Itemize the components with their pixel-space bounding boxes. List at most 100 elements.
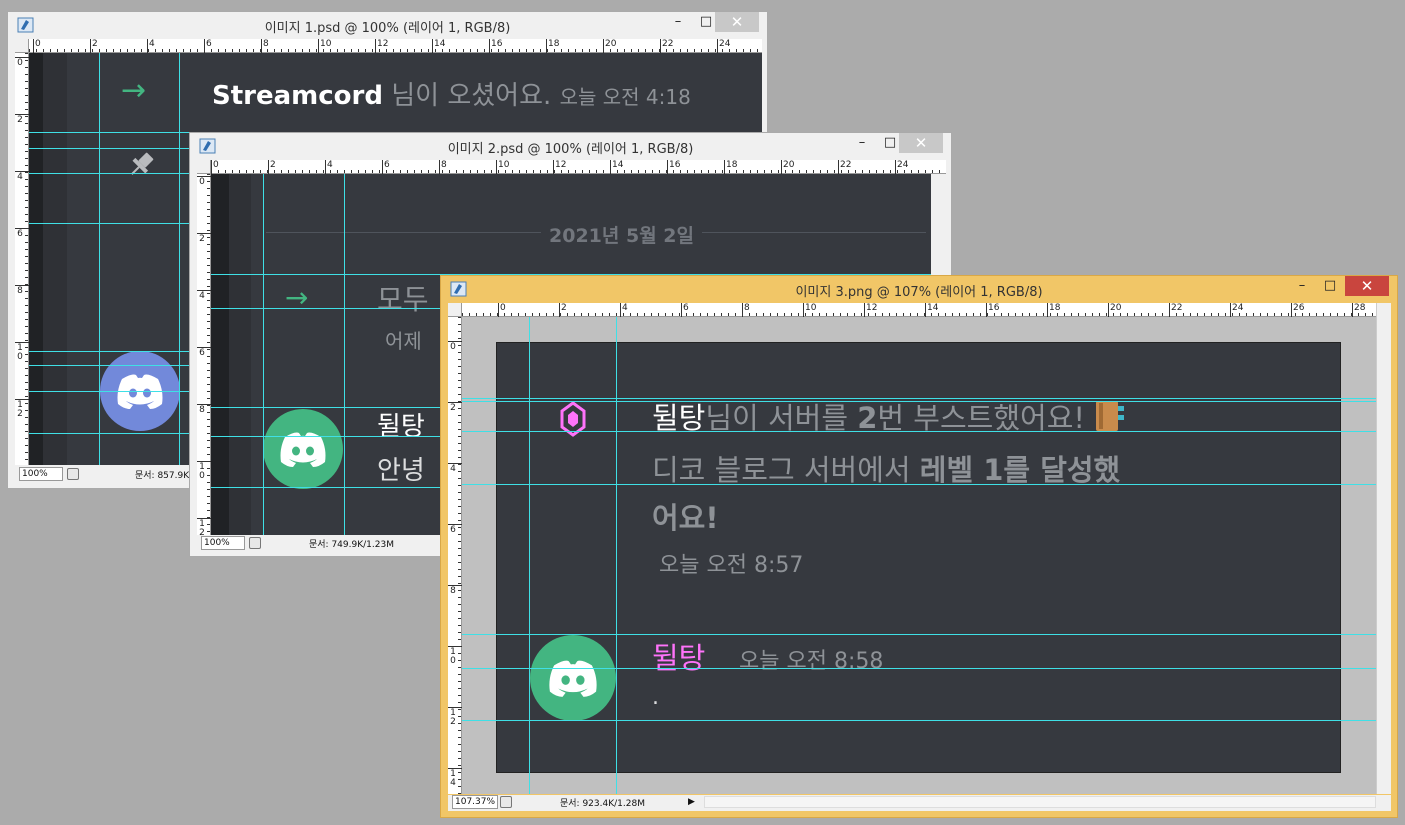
ruler-number: 1 2: [450, 708, 456, 727]
ruler-tick: [864, 303, 865, 317]
username: 뒬탕: [377, 412, 425, 442]
zoom-field[interactable]: 100%: [201, 536, 245, 550]
guide-line[interactable]: [529, 317, 530, 794]
guide-line[interactable]: [344, 174, 345, 535]
username: 뒬탕: [652, 401, 706, 435]
guide-line[interactable]: [462, 668, 1376, 669]
document-window-3[interactable]: 이미지 3.png @ 107% (레이어 1, RGB/8) – □ ✕ 0 2…: [440, 275, 1398, 818]
ruler-number: 0: [500, 303, 506, 313]
status-arrow-icon[interactable]: ▶: [688, 796, 700, 808]
ruler-number: 0: [213, 160, 219, 170]
server-strip: [211, 174, 229, 535]
pasteboard[interactable]: 뒬탕님이 서버를 2번 부스트했어요! 디코 블로그 서버에서 레벨 1를 달성…: [462, 317, 1376, 794]
horizontal-ruler[interactable]: 0 2 4 6 8 10 12 14 16 18 20 22 24 26 28: [462, 303, 1376, 317]
timestamp: 어제: [385, 329, 422, 353]
close-button[interactable]: ✕: [1345, 276, 1389, 296]
ruler-tick: [546, 39, 547, 53]
ruler-tick: [838, 160, 839, 174]
guide-line[interactable]: [462, 398, 1376, 399]
ruler-tick: [15, 399, 29, 400]
guide-line[interactable]: [616, 317, 617, 794]
ruler-number: 22: [662, 39, 674, 49]
ruler-tick: [448, 585, 462, 586]
ruler-number: 10: [498, 160, 510, 170]
ruler-tick: [204, 39, 205, 53]
ruler-tick: [559, 303, 560, 317]
guide-line[interactable]: [462, 720, 1376, 721]
ruler-tick: [90, 39, 91, 53]
vertical-ruler[interactable]: 024681 01 2: [15, 53, 29, 465]
title-bar[interactable]: 이미지 1.psd @ 100% (레이어 1, RGB/8) – □ ✕: [8, 12, 767, 38]
ruler-tick: [197, 176, 211, 177]
ruler-number: 1 4: [450, 769, 456, 788]
status-menu-icon[interactable]: [67, 468, 79, 480]
ruler-tick: [197, 347, 211, 348]
level-text: 레벨 1를 달성했: [919, 453, 1121, 487]
arrow-right-icon: →: [121, 73, 147, 108]
ruler-number: 1 0: [450, 647, 456, 666]
vertical-scrollbar[interactable]: [1376, 303, 1391, 794]
close-button[interactable]: ✕: [899, 133, 943, 153]
ruler-tick: [382, 160, 383, 174]
status-menu-icon[interactable]: [500, 796, 512, 808]
guide-line[interactable]: [263, 174, 264, 535]
ruler-tick: [197, 404, 211, 405]
ruler-number: 18: [726, 160, 738, 170]
ruler-number: 0: [199, 177, 205, 187]
ruler-number: 2: [561, 303, 567, 313]
guide-line[interactable]: [462, 431, 1376, 432]
ruler-tick: [15, 342, 29, 343]
ruler-tick: [448, 707, 462, 708]
ruler-tick: [448, 646, 462, 647]
ruler-tick: [197, 233, 211, 234]
ruler-number: 8: [450, 586, 456, 596]
discord-avatar-icon[interactable]: [530, 635, 616, 721]
title-bar[interactable]: 이미지 3.png @ 107% (레이어 1, RGB/8) – □ ✕: [441, 276, 1397, 302]
ruler-number: 16: [988, 303, 1000, 313]
document-size: 문서: 749.9K/1.23M: [309, 540, 394, 550]
status-bar: 107.37% 문서: 923.4K/1.28M ▶: [448, 795, 1391, 811]
ruler-tick: [261, 39, 262, 53]
discord-avatar-icon[interactable]: [263, 409, 343, 489]
guide-line[interactable]: [99, 53, 100, 465]
vertical-ruler[interactable]: 0 2 4 6 8 1 0 1 2 1 4: [448, 317, 462, 794]
guide-line[interactable]: [462, 484, 1376, 485]
message-text: .: [652, 685, 659, 710]
close-button[interactable]: ✕: [715, 12, 759, 32]
ruler-origin[interactable]: [197, 160, 211, 174]
ruler-number: 0: [450, 342, 456, 352]
ruler-tick: [553, 160, 554, 174]
image-canvas[interactable]: 뒬탕님이 서버를 2번 부스트했어요! 디코 블로그 서버에서 레벨 1를 달성…: [496, 342, 1341, 773]
ruler-tick: [610, 160, 611, 174]
minimize-button[interactable]: –: [1287, 276, 1317, 296]
date-label: 2021년 5월 2일: [541, 221, 702, 248]
zoom-field[interactable]: 100%: [19, 467, 63, 481]
ruler-tick: [724, 160, 725, 174]
ruler-tick: [432, 39, 433, 53]
message-line: 모두: [377, 283, 429, 316]
guide-line[interactable]: [462, 401, 1376, 402]
ruler-tick: [489, 39, 490, 53]
horizontal-ruler[interactable]: 0 2 4 6 8 10 12 14 16 18 20 22 24: [29, 39, 762, 53]
ruler-origin[interactable]: [448, 303, 462, 317]
ruler-number: 4: [450, 464, 456, 474]
ruler-number: 1 0: [17, 343, 23, 362]
maximize-button[interactable]: □: [1315, 276, 1345, 296]
ruler-number: 14: [612, 160, 624, 170]
horizontal-ruler[interactable]: 0 2 4 6 8 10 12 14 16 18 20 22 24: [211, 160, 946, 174]
status-menu-icon[interactable]: [249, 537, 261, 549]
zoom-field[interactable]: 107.37%: [452, 795, 498, 809]
minimize-button[interactable]: –: [663, 12, 693, 32]
boost-message-line-3: 어요!: [652, 501, 719, 535]
ruler-number: 4: [199, 291, 205, 301]
title-bar[interactable]: 이미지 2.psd @ 100% (레이어 1, RGB/8) – □ ✕: [190, 133, 951, 159]
ruler-number: 20: [783, 160, 795, 170]
horizontal-scrollbar[interactable]: [704, 796, 1376, 808]
vertical-ruler[interactable]: 024681 01 2: [197, 174, 211, 538]
guide-line[interactable]: [462, 634, 1376, 635]
timestamp: 오늘 오전 4:18: [559, 85, 691, 109]
minimize-button[interactable]: –: [847, 133, 877, 153]
ruler-origin[interactable]: [15, 39, 29, 53]
ruler-number: 14: [927, 303, 939, 313]
guide-line[interactable]: [179, 53, 180, 465]
